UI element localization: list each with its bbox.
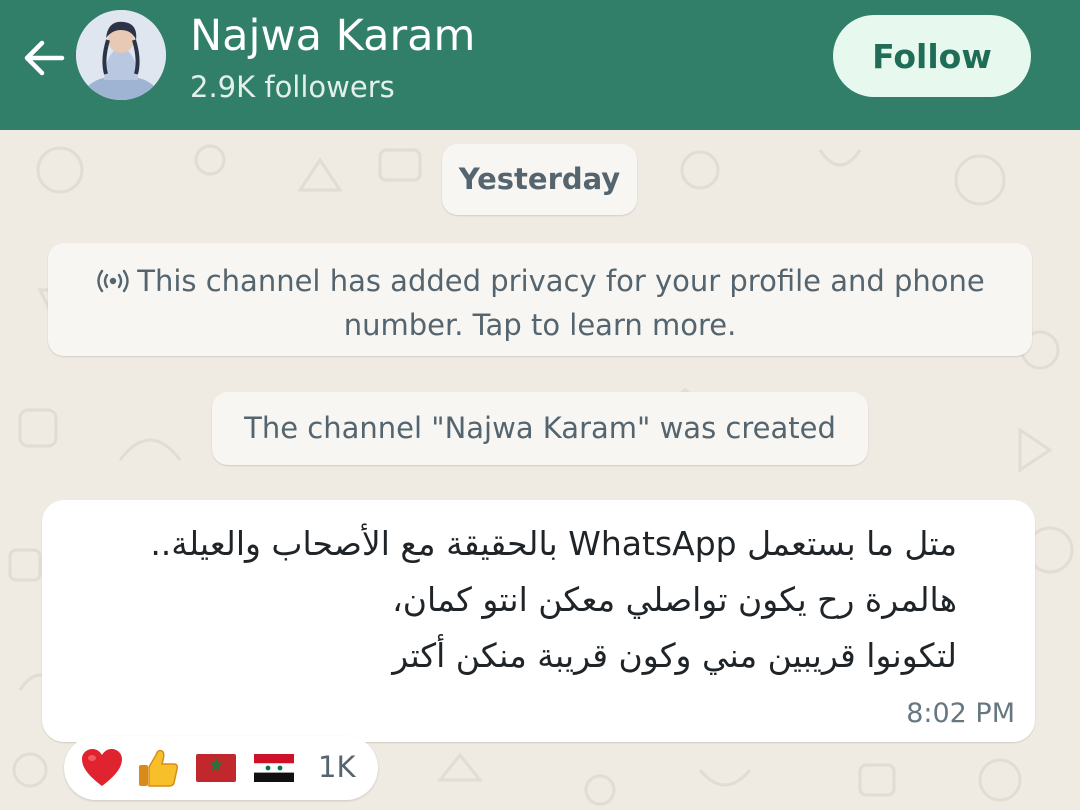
message-bubble[interactable]: متل ما بستعمل WhatsApp بالحقيقة مع الأصح… [42,500,1035,742]
followers-count: 2.9K followers [190,70,395,104]
heart-icon [82,749,122,786]
broadcast-icon [95,264,131,305]
avatar-image [76,10,166,100]
flag-morocco-icon [196,754,236,782]
channel-created-notice: The channel "Najwa Karam" was created [212,392,868,465]
message-line: لتكونوا قريبين مني وكون قريبة منكن أكتر [392,636,957,675]
message-timestamp: 8:02 PM [906,698,1015,729]
channel-title[interactable]: Najwa Karam [190,10,475,62]
back-button[interactable] [18,33,68,83]
arrow-left-icon [24,40,65,76]
channel-avatar[interactable] [76,10,166,100]
flag-syria-icon [254,754,294,782]
message-line: متل ما بستعمل WhatsApp بالحقيقة مع الأصح… [150,524,957,563]
message-line: هالمرة رح يكون تواصلي معكن انتو كمان، [392,580,957,619]
message-text: متل ما بستعمل WhatsApp بالحقيقة مع الأصح… [57,516,957,684]
thumbs-up-icon [139,749,178,787]
privacy-notice[interactable]: This channel has added privacy for your … [48,243,1032,356]
date-separator: Yesterday [442,144,637,215]
reaction-count: 1K [318,750,356,784]
privacy-notice-text: This channel has added privacy for your … [137,264,985,342]
channel-header: Najwa Karam 2.9K followers Follow [0,0,1080,130]
reactions-bar[interactable]: 1K [64,736,378,800]
follow-button[interactable]: Follow [833,15,1031,97]
